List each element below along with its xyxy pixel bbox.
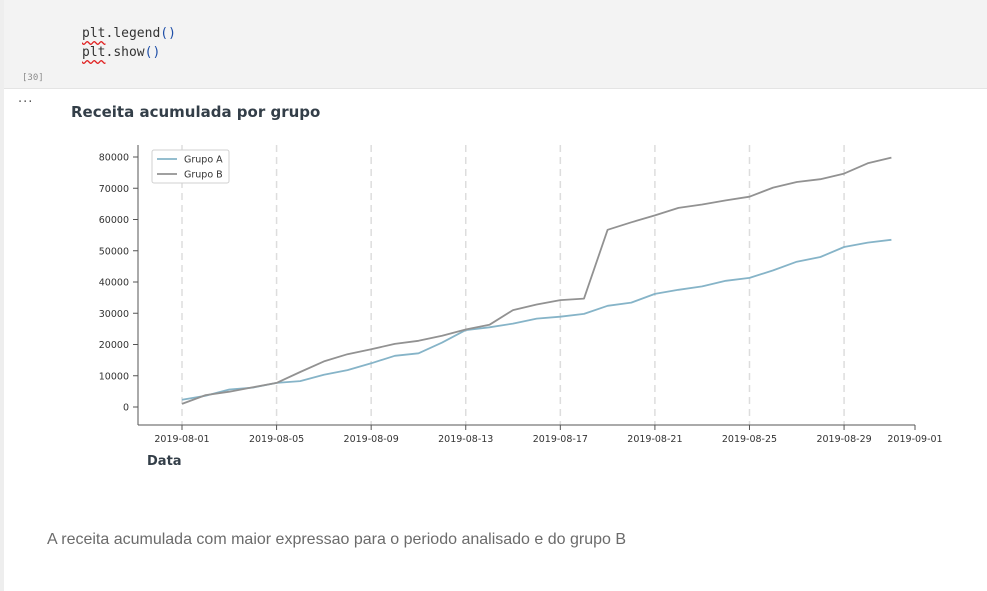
- series-line-grupo-b: [181, 156, 892, 405]
- x-tick-label: 2019-08-05: [249, 434, 304, 445]
- y-tick-label: 80000: [99, 153, 129, 164]
- x-tick-label: 2019-08-29: [816, 434, 871, 445]
- x-tick-label: 2019-09-01: [887, 434, 942, 445]
- y-tick-label: 40000: [99, 278, 129, 289]
- y-tick-label: 0: [123, 403, 129, 414]
- y-tick-label: 70000: [99, 184, 129, 195]
- series-line-grupo-a: [181, 238, 892, 401]
- axes-layer: 2019-08-01 2019-08-05 2019-08-09 2019-08-13…: [99, 145, 943, 445]
- x-tick-label: 2019-08-17: [533, 434, 588, 445]
- y-tick-label: 60000: [99, 215, 129, 226]
- legend-label: Grupo A: [184, 155, 223, 166]
- x-tick-label: 2019-08-09: [344, 434, 399, 445]
- x-axis-label: Data: [147, 454, 182, 469]
- y-tick-label: 30000: [99, 309, 129, 320]
- x-tick-label: 2019-08-13: [438, 434, 493, 445]
- x-tick-label: 2019-08-25: [722, 434, 777, 445]
- series-layer: [181, 156, 892, 405]
- markdown-output-text: A receita acumulada com maior expressao …: [47, 531, 627, 548]
- chart-legend: Grupo A Grupo B: [151, 149, 230, 184]
- legend-label: Grupo B: [184, 170, 223, 181]
- line-chart: Receita acumulada por grupo 2019-08-01 20…: [71, 103, 943, 469]
- x-tick-label: 2019-08-21: [627, 434, 682, 445]
- y-tick-label: 10000: [99, 371, 129, 382]
- chart-title: Receita acumulada por grupo: [71, 103, 320, 121]
- y-tick-label: 50000: [99, 246, 129, 257]
- x-tick-label: 2019-08-01: [154, 434, 209, 445]
- y-tick-label: 20000: [99, 340, 129, 351]
